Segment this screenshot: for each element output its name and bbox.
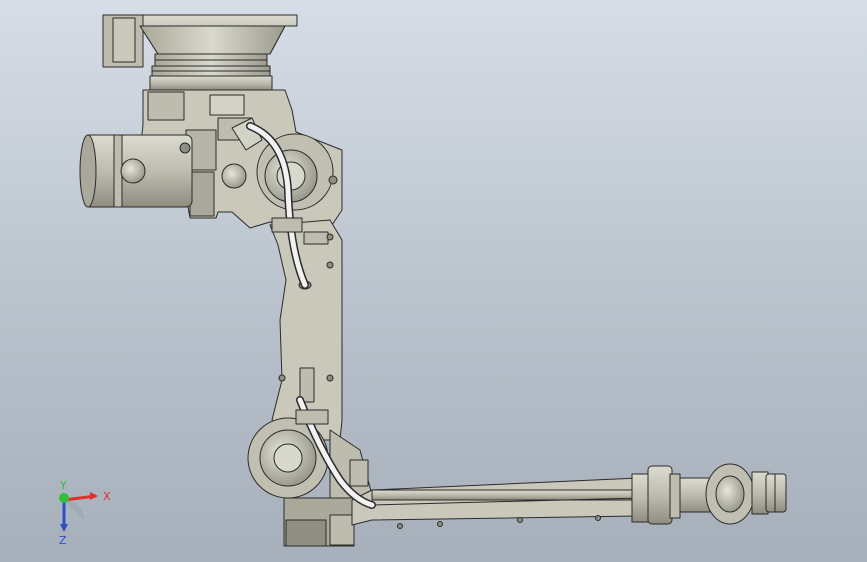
y-axis-label: Y bbox=[59, 479, 67, 492]
z-axis-label: Z bbox=[59, 534, 67, 547]
robot-arm-model[interactable] bbox=[0, 0, 867, 562]
forearm bbox=[351, 477, 641, 529]
x-axis-head bbox=[90, 492, 98, 500]
triad-plane-arc bbox=[64, 500, 84, 520]
y-axis-dot bbox=[59, 493, 69, 503]
graphics-viewport[interactable]: X Y Z bbox=[0, 0, 867, 562]
base-flange bbox=[102, 14, 298, 91]
z-axis-head bbox=[60, 524, 68, 532]
coordinate-triad: X Y Z bbox=[48, 478, 118, 548]
j1-motor bbox=[79, 134, 193, 208]
x-axis-label: X bbox=[103, 490, 111, 503]
wrist-assembly bbox=[631, 463, 787, 525]
